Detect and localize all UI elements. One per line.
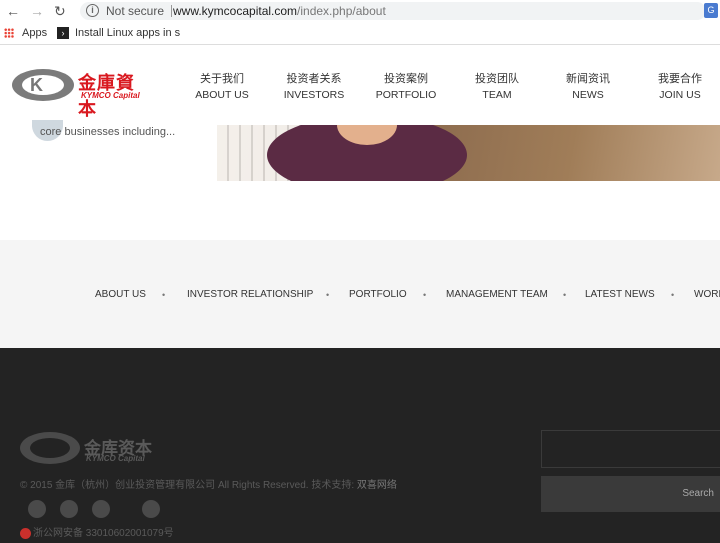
search-button[interactable]: Search [541,476,720,512]
nav-label-en: JOIN US [659,89,701,101]
nav-label-cn: 关于我们 [200,73,244,85]
nav-investors[interactable]: 投资者关系 INVESTORS [274,72,354,103]
site-footer: 金库资本 KYMCO Capital © 2015 金库（杭州）创业投资管理有限… [0,348,720,543]
nav-label-cn: 投资团队 [475,73,519,85]
nav-label-cn: 新闻资讯 [566,73,610,85]
icp-record[interactable]: 浙公网安备 33010602001079号 [20,524,174,539]
logo-en-text: KYMCO Capital [81,91,140,100]
nav-label-en: TEAM [482,89,512,101]
footer-link-management-team[interactable]: MANAGEMENT TEAM [446,289,548,300]
bookmark-install-linux[interactable]: Install Linux apps in s [75,22,180,44]
logo-mark-icon: K [12,69,74,101]
bookmark-apps[interactable]: Apps [22,22,47,44]
apps-grid-icon[interactable] [4,28,14,38]
browser-toolbar: ← → ↻ i Not secure www.kymcocapital.com/… [0,0,720,22]
nav-team[interactable]: 投资团队 TEAM [457,72,537,103]
terminal-icon: › [57,27,69,39]
separator-dot: • [162,290,166,300]
info-icon[interactable]: i [86,4,99,17]
nav-label-en: NEWS [572,89,604,101]
back-icon[interactable]: ← [6,2,20,20]
nav-portfolio[interactable]: 投资案例 PORTFOLIO [366,72,446,103]
divider [171,5,172,17]
copyright-text: © 2015 金库（杭州）创业投资管理有限公司 All Rights Reser… [20,476,397,491]
footer-logo-mark-icon [20,432,80,464]
separator-dot: • [326,290,330,300]
weibo-icon[interactable] [28,500,46,518]
icp-text: 浙公网安备 33010602001079号 [33,528,174,539]
nav-label-en: INVESTORS [283,89,345,101]
footer-link-investor-relationship[interactable]: INVESTOR RELATIONSHIP [187,289,313,300]
footer-links: ABOUT US • INVESTOR RELATIONSHIP • PORTF… [0,240,720,348]
support-link[interactable]: 双喜网络 [357,480,397,491]
hero-image [217,125,720,181]
footer-logo[interactable]: 金库资本 KYMCO Capital [20,432,170,466]
copyright-label: © 2015 金库（杭州）创业投资管理有限公司 All Rights Reser… [20,480,355,491]
qq-icon[interactable] [60,500,78,518]
search-input[interactable] [541,430,720,468]
police-badge-icon [20,527,31,539]
reload-icon[interactable]: ↻ [54,2,66,20]
footer-link-work[interactable]: WORK [694,289,720,300]
intro-snippet: core businesses including... [40,126,176,138]
footer-link-about-us[interactable]: ABOUT US [95,289,146,300]
nav-label-cn: 投资者关系 [286,73,342,85]
nav-label-en: PORTFOLIO [375,89,437,101]
nav-label-cn: 我要合作 [658,73,702,85]
separator-dot: • [423,290,427,300]
nav-label-cn: 投资案例 [384,73,428,85]
site-header: K 金庫資本 KYMCO Capital 关于我们 ABOUT US 投资者关系… [0,45,720,125]
bookmarks-bar: Apps › Install Linux apps in s [0,22,720,45]
share-icon[interactable] [92,500,110,518]
separator-dot: • [671,290,675,300]
address-bar[interactable]: i Not secure www.kymcocapital.com/index.… [80,2,706,20]
nav-label-en: ABOUT US [195,89,249,101]
footer-logo-en-text: KYMCO Capital [86,454,145,463]
separator-dot: • [563,290,567,300]
nav-join-us[interactable]: 我要合作 JOIN US [640,72,720,103]
nav-news[interactable]: 新闻资讯 NEWS [548,72,628,103]
wechat-icon[interactable] [142,500,160,518]
forward-icon[interactable]: → [30,2,44,20]
nav-about-us[interactable]: 关于我们 ABOUT US [182,72,262,103]
translate-icon[interactable]: G [704,3,718,18]
logo[interactable]: K 金庫資本 KYMCO Capital [12,69,152,119]
footer-link-latest-news[interactable]: LATEST NEWS [585,289,655,300]
footer-link-portfolio[interactable]: PORTFOLIO [349,289,407,300]
security-label: Not secure [106,4,165,18]
url-text: www.kymcocapital.com/index.php/about [173,4,386,18]
